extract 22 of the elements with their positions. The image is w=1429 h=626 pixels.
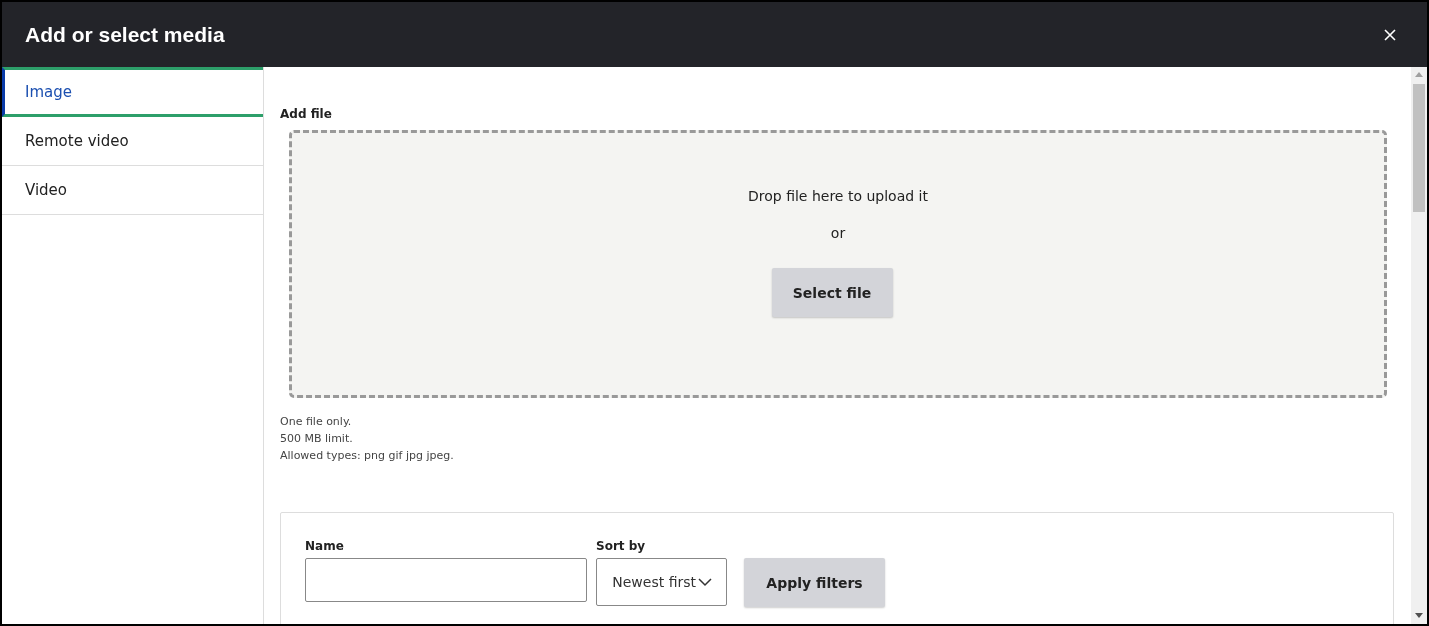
sort-dropdown[interactable]: Newest first [596,558,727,606]
drop-text: Drop file here to upload it [748,188,928,204]
upload-note: One file only. [280,414,353,430]
close-icon [1383,27,1397,42]
scrollbar-thumb[interactable] [1413,84,1425,212]
scroll-down-icon[interactable] [1415,613,1423,618]
upload-note: 500 MB limit. [280,431,354,447]
scroll-up-icon[interactable] [1415,72,1423,77]
chevron-down-icon [698,577,712,587]
apply-filters-button[interactable]: Apply filters [744,558,885,607]
field-label: Sort by [596,539,647,553]
name-input[interactable] [305,558,587,602]
scrollbar[interactable] [1411,67,1427,624]
close-button[interactable] [1383,27,1397,42]
upload-note: Allowed types: png gif jpg jpeg. [280,448,455,464]
media-type-tab[interactable]: Image [2,67,263,117]
or-text: or [830,225,846,241]
field-label: Name [305,539,345,553]
field-label: Add file [280,107,333,121]
select-file-button[interactable]: Select file [771,268,893,317]
drop-zone[interactable]: Drop file here to upload it or Select file [289,130,1387,398]
dialog-title: Add or select media [25,22,225,47]
